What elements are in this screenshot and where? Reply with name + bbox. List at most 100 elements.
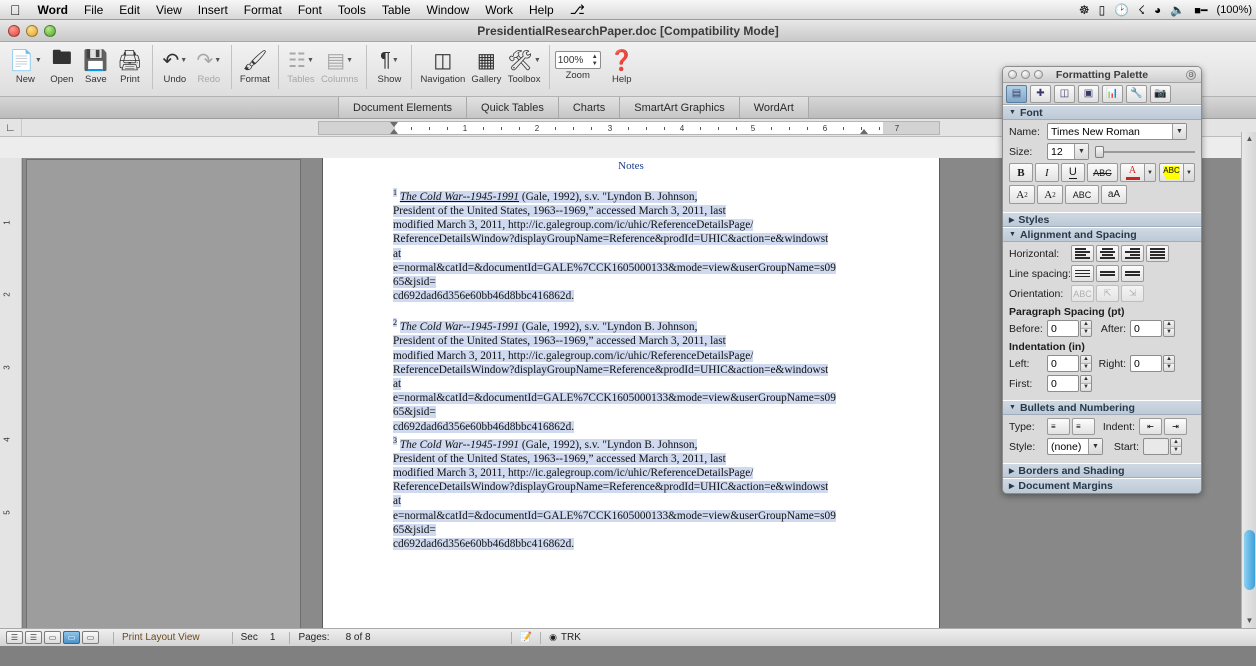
chevron-down-icon[interactable]: ▼: [1074, 144, 1088, 159]
indent-left-stepper[interactable]: ▲ ▼: [1080, 355, 1092, 372]
palette-section-borders[interactable]: ▶ Borders and Shading: [1003, 463, 1201, 478]
format-button[interactable]: 🖌 Format: [237, 45, 273, 85]
skype-icon[interactable]: ☸: [1079, 3, 1090, 17]
toolbox-button[interactable]: 🛠 ▼ Toolbox: [504, 45, 543, 85]
line-spacing-single-button[interactable]: [1071, 265, 1094, 282]
chevron-down-icon[interactable]: ▼: [1144, 163, 1156, 182]
menu-item-table[interactable]: Table: [374, 1, 419, 19]
apple-logo-icon[interactable]: : [10, 2, 21, 18]
display-icon[interactable]: ▯: [1099, 3, 1106, 17]
wifi-icon[interactable]: ◕: [1154, 3, 1161, 17]
palette-section-margins[interactable]: ▶ Document Margins: [1003, 478, 1201, 493]
formatting-palette[interactable]: Formatting Palette ⚙ ▤ ✚ ◫ ▣ 📊 🔧 📷 ▼ Fon…: [1002, 66, 1202, 494]
bluetooth-icon[interactable]: ☇: [1138, 3, 1145, 17]
numbered-list-button[interactable]: ≡: [1072, 418, 1095, 435]
tab-document-elements[interactable]: Document Elements: [338, 97, 468, 118]
line-spacing-1-5-button[interactable]: [1096, 265, 1119, 282]
tools-icon[interactable]: 🔧: [1126, 84, 1147, 103]
print-layout-view-icon[interactable]: ▭: [63, 631, 80, 644]
tab-quick-tables[interactable]: Quick Tables: [467, 97, 559, 118]
align-justify-button[interactable]: [1146, 245, 1169, 262]
align-center-button[interactable]: [1096, 245, 1119, 262]
font-name-combobox[interactable]: Times New Roman ▼: [1047, 123, 1187, 140]
tables-button[interactable]: ☷ ▼ Tables: [284, 45, 318, 85]
menu-item-view[interactable]: View: [148, 1, 190, 19]
bulleted-list-button[interactable]: ≡: [1047, 418, 1070, 435]
new-document-button[interactable]: 📄 ▼ New: [6, 45, 45, 85]
menu-item-tools[interactable]: Tools: [330, 1, 374, 19]
chevron-down-icon[interactable]: ▼: [1183, 163, 1195, 182]
bullets-start-input[interactable]: [1143, 438, 1169, 455]
indent-left-input[interactable]: 0: [1047, 355, 1079, 372]
notebook-view-icon[interactable]: ▭: [82, 631, 99, 644]
menu-item-insert[interactable]: Insert: [190, 1, 236, 19]
navigation-button[interactable]: ◫ Navigation: [417, 45, 468, 85]
draft-view-icon[interactable]: ☰: [6, 631, 23, 644]
vertical-ruler[interactable]: 1 2 3 4 5: [0, 158, 22, 628]
scrollbar-thumb[interactable]: [1244, 530, 1255, 590]
left-indent-marker[interactable]: [390, 129, 398, 134]
superscript-button[interactable]: A2: [1009, 185, 1035, 204]
spacing-before-stepper[interactable]: ▲ ▼: [1080, 320, 1092, 337]
gallery-button[interactable]: ▦ Gallery: [468, 45, 504, 85]
font-size-combobox[interactable]: 12 ▼: [1047, 143, 1089, 160]
redo-button[interactable]: ↷ ▼ Redo: [192, 45, 226, 85]
align-left-button[interactable]: [1071, 245, 1094, 262]
gear-icon[interactable]: ⚙: [1186, 69, 1196, 80]
navigation-thumbnail-pane[interactable]: [26, 159, 301, 628]
spacing-before-input[interactable]: 0: [1047, 320, 1079, 337]
palette-section-alignment[interactable]: ▼ Alignment and Spacing: [1003, 227, 1201, 242]
menu-item-edit[interactable]: Edit: [111, 1, 148, 19]
chevron-down-icon[interactable]: ▼: [1172, 124, 1186, 139]
align-right-button[interactable]: [1121, 245, 1144, 262]
scroll-down-arrow-icon[interactable]: ▼: [1242, 614, 1256, 628]
spacing-after-input[interactable]: 0: [1130, 320, 1162, 337]
change-case-button[interactable]: aA: [1101, 185, 1127, 204]
document-vertical-scrollbar[interactable]: ▲ ▼: [1241, 132, 1256, 628]
menu-item-format[interactable]: Format: [236, 1, 290, 19]
chevron-down-icon[interactable]: ▼: [1088, 439, 1102, 454]
indent-right-stepper[interactable]: ▲ ▼: [1163, 355, 1175, 372]
save-button[interactable]: 💾 Save: [79, 45, 113, 85]
menu-item-work[interactable]: Work: [477, 1, 521, 19]
menu-item-font[interactable]: Font: [290, 1, 330, 19]
media-icon[interactable]: 📷: [1150, 84, 1171, 103]
indent-first-input[interactable]: 0: [1047, 375, 1079, 392]
zoom-stepper-icon[interactable]: ▲ ▼: [592, 54, 598, 67]
underline-button[interactable]: U: [1060, 163, 1085, 182]
tab-wordart[interactable]: WordArt: [739, 97, 809, 118]
footnotes-body[interactable]: 1 The Cold War--1945-1991 (Gale, 1992), …: [393, 186, 867, 564]
text-format-icon[interactable]: ▤: [1006, 84, 1027, 103]
zoom-combobox[interactable]: 100% ▲ ▼: [554, 51, 601, 69]
first-line-indent-marker[interactable]: [390, 122, 398, 127]
spacing-after-stepper[interactable]: ▲ ▼: [1163, 320, 1175, 337]
increase-indent-button[interactable]: ⇥: [1164, 418, 1187, 435]
bullets-start-stepper[interactable]: ▲ ▼: [1170, 438, 1182, 455]
indent-right-input[interactable]: 0: [1130, 355, 1162, 372]
font-size-slider[interactable]: [1095, 144, 1195, 159]
italic-button[interactable]: I: [1034, 163, 1059, 182]
palette-section-font[interactable]: ▼ Font: [1003, 105, 1201, 120]
bullets-style-combobox[interactable]: (none) ▼: [1047, 438, 1103, 455]
right-indent-marker[interactable]: [860, 129, 868, 134]
help-button[interactable]: ❓ Help: [605, 45, 639, 85]
scroll-up-arrow-icon[interactable]: ▲: [1242, 132, 1256, 146]
track-changes-icon[interactable]: ◉: [549, 632, 557, 643]
strikethrough-button[interactable]: ABC: [1086, 163, 1118, 182]
palette-section-bullets[interactable]: ▼ Bullets and Numbering: [1003, 400, 1201, 415]
subscript-button[interactable]: A2: [1037, 185, 1063, 204]
document-theme-icon[interactable]: ▣: [1078, 84, 1099, 103]
undo-button[interactable]: ↶ ▼ Undo: [158, 45, 192, 85]
highlight-control[interactable]: ABC ▼: [1159, 163, 1195, 182]
font-color-button[interactable]: A: [1120, 163, 1144, 182]
add-objects-icon[interactable]: ✚: [1030, 84, 1051, 103]
document-page[interactable]: Notes 1 The Cold War--1945-1991 (Gale, 1…: [323, 158, 939, 628]
outline-view-icon[interactable]: ☰: [25, 631, 42, 644]
menu-item-file[interactable]: File: [76, 1, 111, 19]
show-button[interactable]: ¶ ▼ Show: [372, 45, 406, 85]
line-spacing-double-button[interactable]: [1121, 265, 1144, 282]
tab-charts[interactable]: Charts: [558, 97, 621, 118]
script-menu-icon[interactable]: ⎇: [562, 1, 593, 19]
spelling-check-icon[interactable]: 📝: [520, 632, 532, 643]
palette-section-styles[interactable]: ▶ Styles: [1003, 212, 1201, 227]
